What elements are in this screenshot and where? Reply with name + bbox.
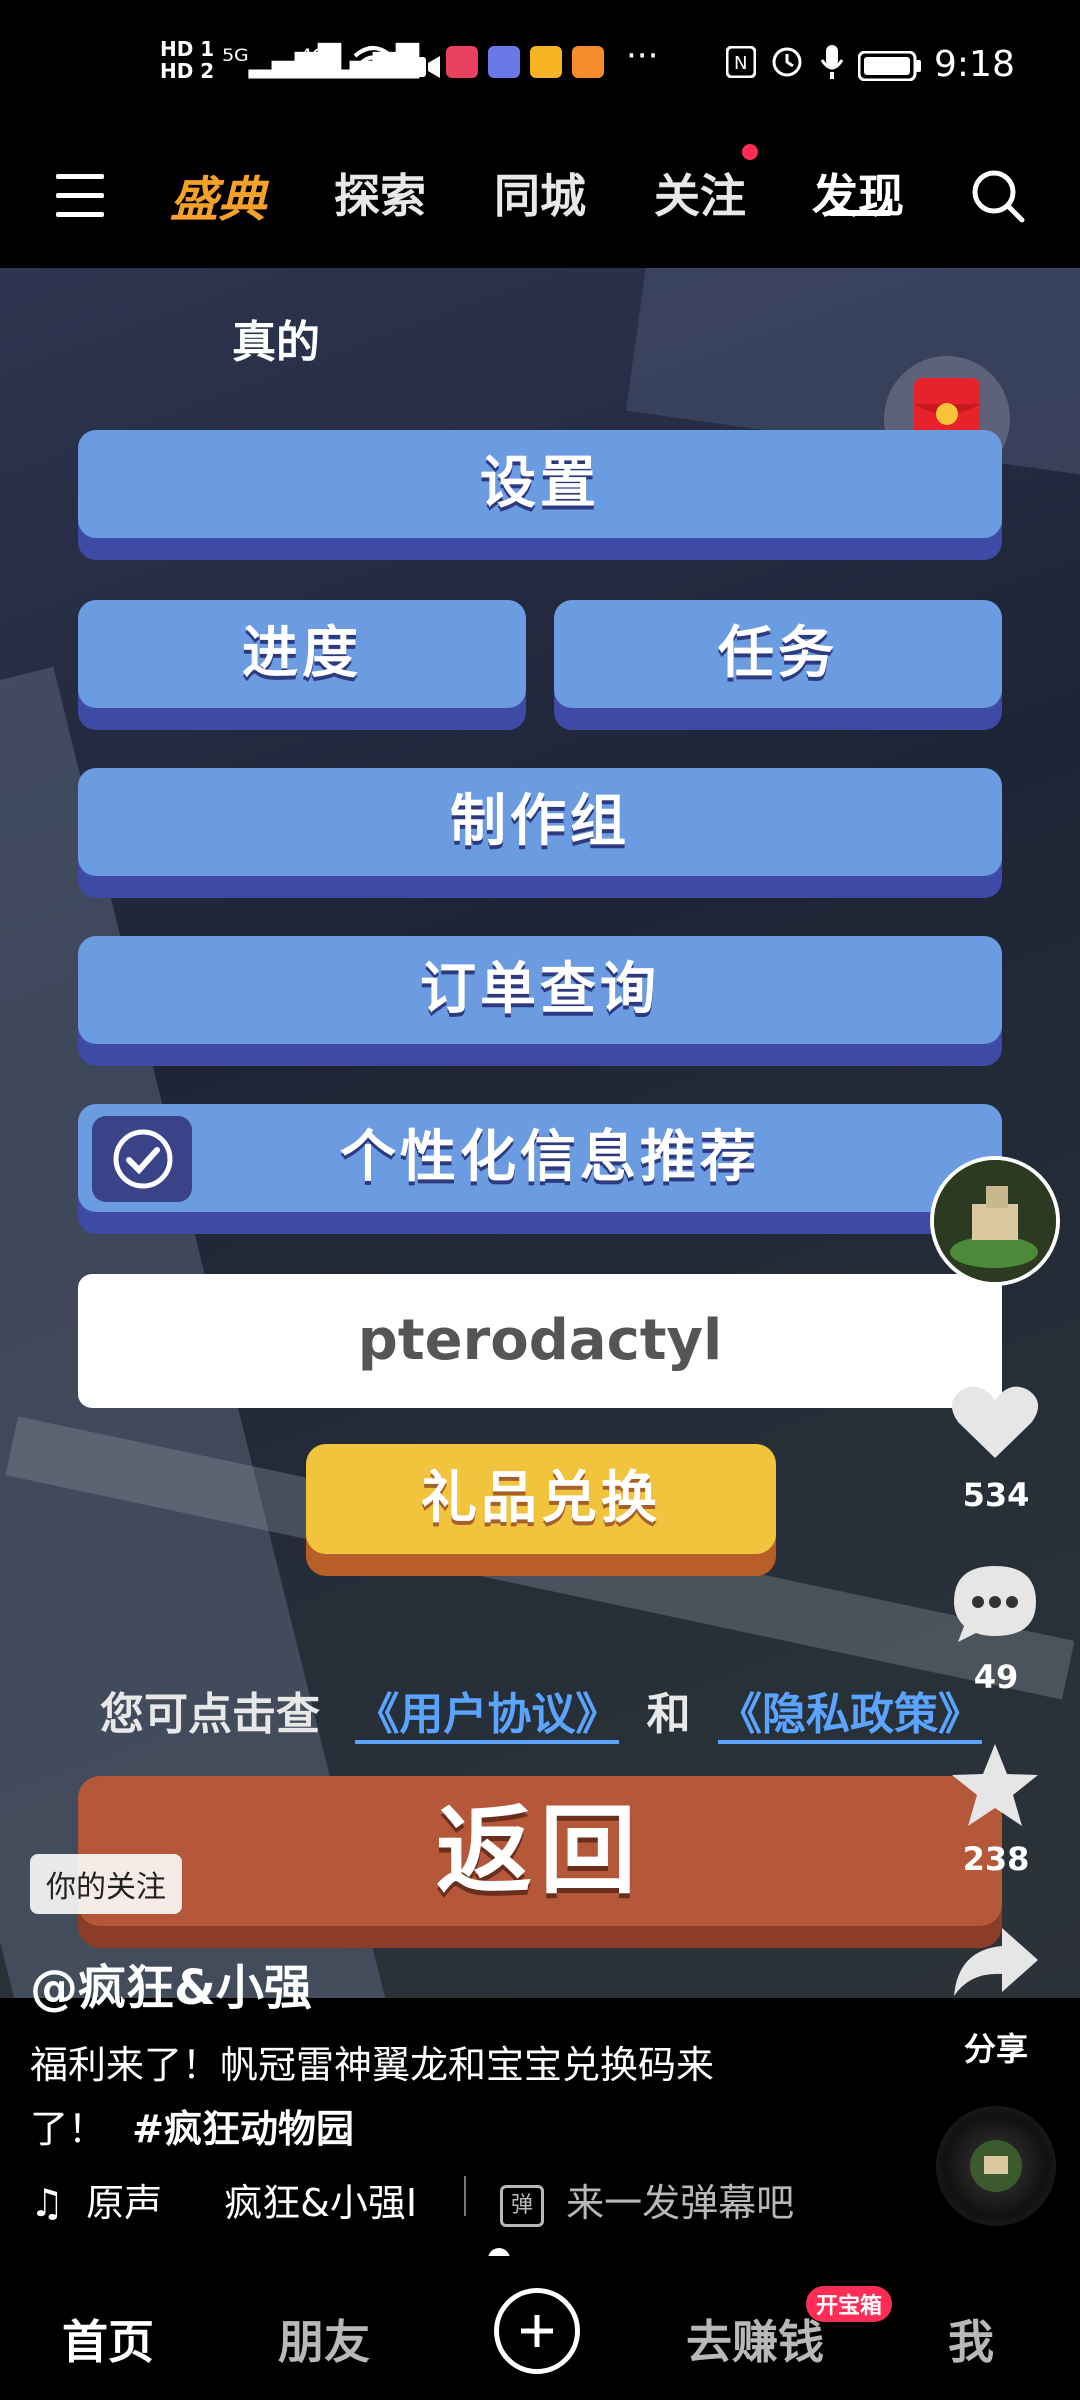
game-order-query-button[interactable]: 订单查询 — [78, 936, 1002, 1044]
music-author: 疯狂&小强I — [224, 2181, 418, 2225]
video-caption-top: 真的 — [232, 317, 320, 368]
post-description-line2: 了！ #疯狂动物园 — [30, 2098, 354, 2153]
game-redeem-button[interactable]: 礼品兑换 — [306, 1444, 776, 1554]
network-indicator: HD 1 HD 2 — [160, 37, 215, 83]
app-icon-1 — [446, 46, 478, 87]
favorite-icon[interactable] — [950, 1742, 1040, 1832]
hashtag[interactable]: #疯狂动物园 — [132, 2107, 354, 2151]
svg-text:N: N — [734, 53, 747, 74]
active-tab-indicator — [828, 210, 892, 216]
tab-celebration[interactable]: 盛典 — [170, 160, 266, 230]
nfc-icon: N — [725, 45, 757, 87]
comment-icon[interactable] — [950, 1562, 1040, 1650]
status-bar: HD 1 HD 2 ⁵ᴳ▂▄▆█ ⁴ᴳ▂▄▆█ ··· N 9:18 — [0, 0, 1080, 130]
bottom-nav: 首页 朋友 去赚钱 开宝箱 我 — [0, 2256, 1080, 2400]
music-disc-cover — [970, 2140, 1022, 2192]
earn-badge: 开宝箱 — [806, 2286, 893, 2322]
comment-count: 49 — [973, 1658, 1019, 1696]
post-description-tail: 了！ — [30, 2107, 107, 2151]
tab-friends[interactable]: 朋友 — [278, 2306, 370, 2372]
agreement-prefix: 您可点击查 — [100, 1689, 320, 1740]
top-nav: 盛典 探索 同城 关注 发现 — [0, 130, 1080, 270]
microphone-icon — [820, 44, 844, 89]
tab-explore[interactable]: 探索 — [334, 160, 426, 226]
tab-me[interactable]: 我 — [948, 2306, 994, 2372]
agreement-line: 您可点击查 《用户协议》 和 《隐私政策》 — [100, 1678, 982, 1744]
music-row[interactable]: ♫ 原声 疯狂&小强I — [30, 2172, 417, 2227]
app-icon-4 — [572, 46, 604, 87]
check-circle-icon — [113, 1129, 173, 1189]
game-tasks-button[interactable]: 任务 — [554, 600, 1002, 708]
wifi-icon — [352, 44, 394, 87]
battery-icon — [857, 50, 922, 90]
favorite-count: 238 — [962, 1840, 1030, 1878]
like-icon[interactable] — [950, 1382, 1040, 1466]
author-name[interactable]: @疯狂&小强 — [30, 1948, 312, 2018]
checkbox-box[interactable] — [92, 1116, 192, 1202]
search-icon[interactable] — [970, 168, 1026, 228]
game-credits-button[interactable]: 制作组 — [78, 768, 1002, 876]
author-avatar[interactable] — [930, 1156, 1060, 1286]
music-label: 原声 — [86, 2181, 163, 2225]
agreement-and: 和 — [646, 1689, 691, 1740]
avatar-image — [934, 1160, 1056, 1282]
post-description-line1: 福利来了！帆冠雷神翼龙和宝宝兑换码来 — [30, 2043, 715, 2087]
divider — [464, 2176, 466, 2216]
game-progress-button[interactable]: 进度 — [78, 600, 526, 708]
app-icon-3 — [530, 46, 562, 87]
clock: 9:18 — [934, 44, 1015, 85]
danmaku-input[interactable]: 弹 来一发弹幕吧 — [500, 2172, 794, 2227]
more-icon: ··· — [626, 36, 659, 76]
game-back-button[interactable]: 返回 — [78, 1776, 1002, 1926]
create-button[interactable] — [494, 2288, 580, 2374]
privacy-policy-link[interactable]: 《隐私政策》 — [717, 1689, 982, 1744]
menu-icon[interactable] — [56, 174, 104, 222]
game-personalized-button[interactable]: 个性化信息推荐 — [78, 1104, 1002, 1212]
tab-discover[interactable]: 发现 — [812, 160, 904, 226]
music-disc[interactable] — [936, 2106, 1056, 2226]
tab-home[interactable]: 首页 — [62, 2306, 154, 2372]
alarm-icon — [770, 44, 804, 87]
tab-local[interactable]: 同城 — [494, 160, 586, 226]
app-icon-2 — [488, 46, 520, 87]
danmaku-placeholder: 来一发弹幕吧 — [566, 2181, 795, 2225]
personalized-label: 个性化信息推荐 — [340, 1125, 760, 1190]
danmaku-icon: 弹 — [500, 2184, 544, 2227]
tab-following[interactable]: 关注 — [654, 160, 746, 226]
share-icon[interactable] — [950, 1924, 1040, 2004]
follow-badge: 你的关注 — [30, 1854, 182, 1914]
plus-icon — [521, 2315, 553, 2347]
like-count: 534 — [962, 1476, 1030, 1514]
user-agreement-link[interactable]: 《用户协议》 — [355, 1689, 620, 1744]
music-note-icon: ♫ — [30, 2181, 65, 2225]
redeem-code-field[interactable]: pterodactyl — [78, 1274, 1002, 1408]
notification-dot — [742, 144, 758, 160]
game-settings-button[interactable]: 设置 — [78, 430, 1002, 538]
video-player[interactable]: 真的 5/6 设置 进度 任务 制作组 订单查询 个性化信息推荐 pteroda… — [0, 268, 1080, 1998]
share-label[interactable]: 分享 — [936, 2024, 1056, 2070]
video-call-icon — [400, 48, 440, 88]
tab-earn[interactable]: 去赚钱 — [686, 2306, 824, 2372]
